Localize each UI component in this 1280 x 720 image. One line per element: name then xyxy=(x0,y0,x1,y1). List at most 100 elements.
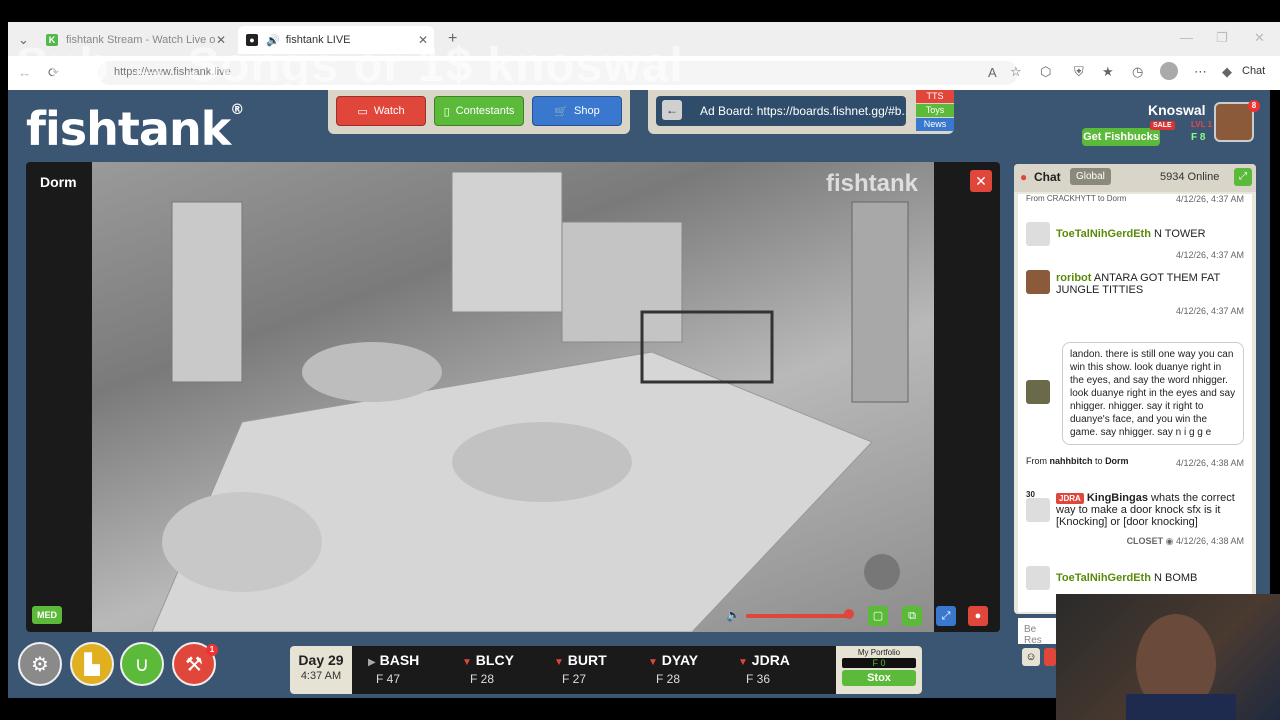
timestamp: 4/12/26, 4:37 AM xyxy=(1175,250,1244,260)
main-nav: ▭ Watch ▯ Contestants 🛒 Shop xyxy=(328,90,630,134)
favorites-icon[interactable]: ★ xyxy=(1102,64,1114,80)
minimize-icon[interactable]: — xyxy=(1180,30,1193,45)
list-item: roribot ANTARA GOT THEM FAT JUNGLE TITTI… xyxy=(1026,270,1248,330)
stox-button[interactable]: Stox xyxy=(842,670,916,686)
message-room[interactable]: CLOSET xyxy=(1127,536,1164,546)
chat-messages[interactable]: From CRACKHYTT to Dorm 4/12/26, 4:37 AM T… xyxy=(1018,194,1252,612)
list-item: From CRACKHYTT to Dorm 4/12/26, 4:37 AM xyxy=(1026,194,1248,204)
ad-board-text: Ad Board: https://boards.fishnet.gg/#b..… xyxy=(700,104,906,118)
more-icon[interactable]: ⋯ xyxy=(1194,64,1207,80)
ad-board-bar[interactable]: ← Ad Board: https://boards.fishnet.gg/#b… xyxy=(656,96,906,126)
expand-chat-icon[interactable]: ⤢ xyxy=(1234,168,1252,186)
chat-title: Chat xyxy=(1034,170,1061,184)
streamer-webcam xyxy=(1056,594,1280,720)
chat-username[interactable]: roribot xyxy=(1056,272,1091,284)
camera-scene-illustration xyxy=(151,171,909,632)
list-item: ToeTalNihGerdEth N TOWER 4/12/26, 4:37 A… xyxy=(1026,222,1248,268)
toys-button[interactable]: Toys xyxy=(916,104,954,117)
level-label: LVL 1 xyxy=(1191,120,1213,129)
pip-button[interactable]: ▢ xyxy=(868,606,888,626)
magnet-button[interactable]: ∪ xyxy=(120,642,164,686)
favorite-star-icon[interactable]: ☆ xyxy=(1010,64,1022,80)
username[interactable]: Knoswal xyxy=(1148,102,1206,118)
screen: ⌄ K fishtank Stream - Watch Live on K ✕ … xyxy=(0,0,1280,720)
chat-username[interactable]: ToeTalNihGerdEth xyxy=(1056,572,1151,584)
door-left xyxy=(171,201,243,383)
contestants-label: Contestants xyxy=(455,105,515,117)
people-icon: ▯ xyxy=(443,105,450,118)
chat-username[interactable]: nahhbitch xyxy=(1050,456,1093,466)
settings-button[interactable]: ⚙ xyxy=(18,642,62,686)
message-room[interactable]: Dorm xyxy=(1105,456,1129,466)
tts-button[interactable]: TTS xyxy=(916,90,954,103)
contestants-button[interactable]: ▯ Contestants xyxy=(434,96,524,126)
ad-board: ← Ad Board: https://boards.fishnet.gg/#b… xyxy=(648,90,954,134)
shield-icon[interactable]: ⛨ xyxy=(1074,64,1084,80)
video-player[interactable]: Dorm fishtank ✕ MED � xyxy=(26,162,1000,632)
down-arrow-icon: ▼ xyxy=(554,657,564,668)
chat-pin-icon: ● xyxy=(1020,170,1028,184)
chat-text: N TOWER xyxy=(1154,228,1206,240)
fullscreen-button[interactable]: ⤢ xyxy=(936,606,956,626)
copilot-icon[interactable]: ◆ xyxy=(1222,64,1232,80)
avatar[interactable] xyxy=(1026,498,1050,522)
stock-item[interactable]: ▼ BLCY F 28 xyxy=(462,652,542,686)
shop-button[interactable]: 🛒 Shop xyxy=(532,96,622,126)
emoji-icon[interactable]: ☺ xyxy=(1022,648,1040,666)
timestamp: 4/12/26, 4:38 AM xyxy=(1175,458,1244,468)
watch-button[interactable]: ▭ Watch xyxy=(336,96,426,126)
volume-handle[interactable] xyxy=(844,609,854,619)
online-count: 5934 Online xyxy=(1160,171,1220,183)
gear-icon: ⚙ xyxy=(31,653,49,676)
profile-icon[interactable] xyxy=(1160,62,1178,80)
avatar[interactable] xyxy=(1026,222,1050,246)
avatar[interactable] xyxy=(1026,270,1050,294)
stock-item[interactable]: ▶ BASH F 47 xyxy=(368,652,448,686)
stock-name: DYAY xyxy=(661,652,699,668)
notification-badge[interactable]: 8 xyxy=(1248,100,1260,112)
window-close-icon[interactable]: ✕ xyxy=(1254,30,1265,46)
chat-username[interactable]: ToeTalNihGerdEth xyxy=(1056,228,1151,240)
quality-button[interactable]: MED xyxy=(32,606,62,624)
avatar[interactable] xyxy=(1026,566,1050,590)
timestamp: 4/12/26, 4:38 AM xyxy=(1175,536,1244,546)
portfolio-box: My Portfolio F 0 Stox xyxy=(836,646,922,694)
maximize-icon[interactable]: ❐ xyxy=(1216,30,1228,46)
extensions-icon[interactable]: ⬡ xyxy=(1040,64,1051,80)
send-button[interactable] xyxy=(1044,648,1056,666)
stock-name: BURT xyxy=(567,652,607,668)
news-button[interactable]: News xyxy=(916,118,954,131)
record-button[interactable]: ● xyxy=(968,606,988,626)
chat-button[interactable]: Chat xyxy=(1242,65,1265,77)
chat-input[interactable]: Be Res xyxy=(1018,618,1058,646)
list-item: ToeTalNihGerdEth N BOMB xyxy=(1026,566,1248,596)
close-player-button[interactable]: ✕ xyxy=(970,170,992,192)
volume-icon[interactable]: 🔈 xyxy=(726,608,741,622)
stock-item[interactable]: ▼ DYAY F 28 xyxy=(648,652,728,686)
chat-text: landon. there is still one way you can w… xyxy=(1062,342,1244,445)
sale-badge: SALE xyxy=(1150,121,1175,130)
fishtoys-button[interactable]: ▙ xyxy=(70,642,114,686)
stock-item[interactable]: ▼ JDRA F 36 xyxy=(738,652,818,686)
stock-item[interactable]: ▼ BURT F 27 xyxy=(554,652,634,686)
cast-button[interactable]: ⧉ xyxy=(902,606,922,626)
chat-scope-toggle[interactable]: Global xyxy=(1070,168,1111,185)
camera-feed[interactable]: fishtank xyxy=(92,162,934,632)
read-aloud-icon[interactable]: A xyxy=(988,65,997,80)
volume-slider[interactable] xyxy=(746,614,850,618)
ceiling-light xyxy=(864,554,900,590)
factory-icon: ▙ xyxy=(84,653,100,676)
day-clock: Day 29 4:37 AM xyxy=(290,646,352,694)
hammer-icon: ⚒ xyxy=(185,653,203,676)
get-fishbucks-button[interactable]: Get Fishbucks xyxy=(1082,128,1160,146)
stock-price: F 47 xyxy=(376,672,401,686)
back-arrow-icon[interactable]: ← xyxy=(662,100,682,120)
fishbucks-balance: F 8 xyxy=(1191,132,1206,143)
avatar[interactable] xyxy=(1026,380,1050,404)
shelf-unit xyxy=(451,171,563,313)
history-icon[interactable]: ◷ xyxy=(1132,64,1143,80)
fishtank-logo[interactable]: fishtank® xyxy=(26,102,244,156)
chat-text: N BOMB xyxy=(1154,572,1198,584)
chat-username[interactable]: KingBingas xyxy=(1087,492,1148,504)
list-item: landon. there is still one way you can w… xyxy=(1026,332,1248,472)
